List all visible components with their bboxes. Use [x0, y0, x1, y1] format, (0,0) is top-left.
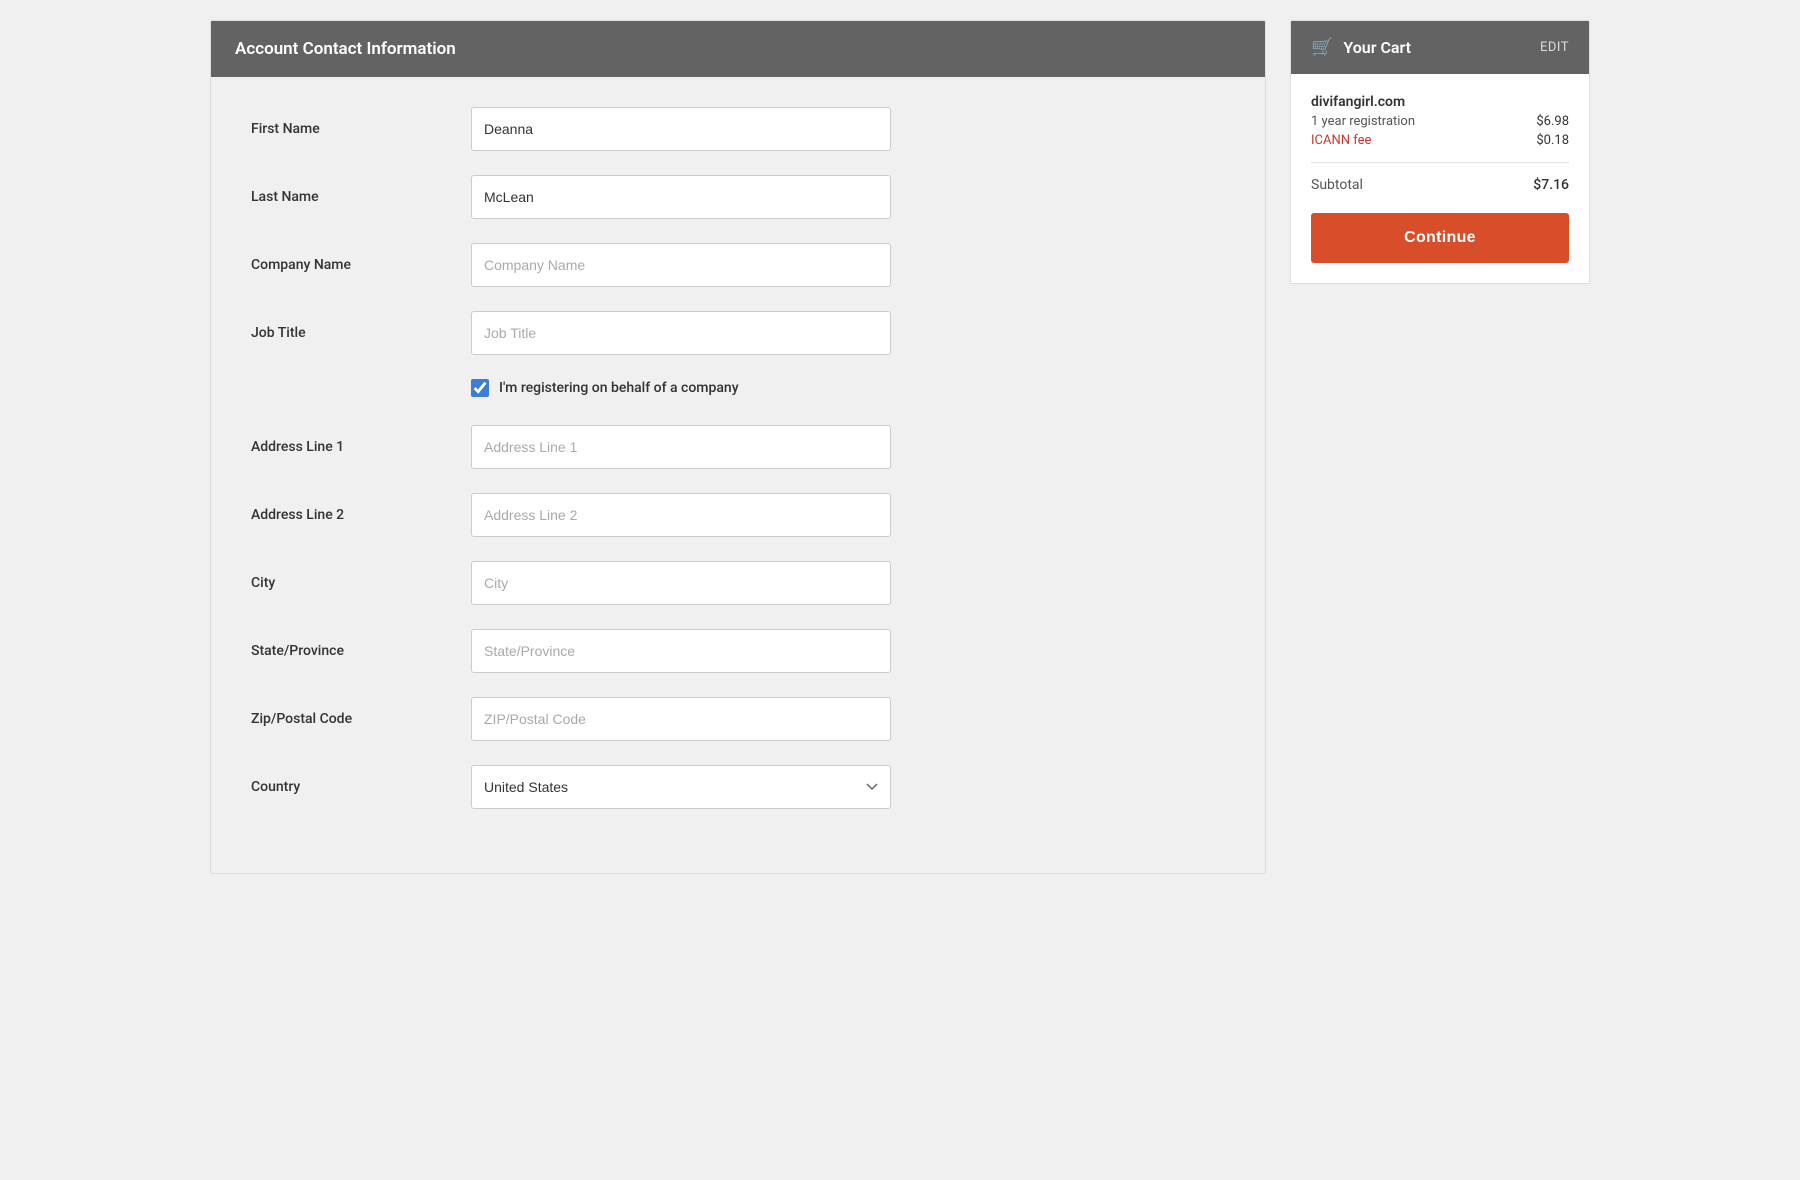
form-header-title: Account Contact Information [235, 39, 456, 59]
state-input[interactable] [471, 629, 891, 673]
cart-title: Your Cart [1343, 38, 1411, 57]
cart-subtotal-label: Subtotal [1311, 177, 1363, 193]
form-header: Account Contact Information [211, 21, 1265, 77]
first-name-row: First Name [251, 107, 1225, 151]
cart-icon: 🛒 [1311, 37, 1333, 58]
job-title-row: Job Title [251, 311, 1225, 355]
cart-domain: divifangirl.com [1311, 94, 1569, 110]
cart-title-area: 🛒 Your Cart [1311, 37, 1411, 58]
last-name-row: Last Name [251, 175, 1225, 219]
form-body: First Name Last Name Company Name Job Ti… [211, 77, 1265, 873]
country-row: Country United States Canada United King… [251, 765, 1225, 809]
main-form-panel: Account Contact Information First Name L… [210, 20, 1266, 874]
country-select[interactable]: United States Canada United Kingdom Aust… [471, 765, 891, 809]
cart-edit-button[interactable]: EDIT [1540, 40, 1569, 55]
job-title-input[interactable] [471, 311, 891, 355]
city-label: City [251, 575, 471, 591]
cart-subtotal-price: $7.16 [1533, 177, 1569, 193]
address1-row: Address Line 1 [251, 425, 1225, 469]
company-checkbox[interactable] [471, 379, 489, 397]
address1-label: Address Line 1 [251, 439, 471, 455]
state-row: State/Province [251, 629, 1225, 673]
cart-panel: 🛒 Your Cart EDIT divifangirl.com 1 year … [1290, 20, 1590, 284]
cart-registration-row: 1 year registration $6.98 [1311, 114, 1569, 129]
cart-header: 🛒 Your Cart EDIT [1291, 21, 1589, 74]
cart-registration-label: 1 year registration [1311, 114, 1415, 129]
company-checkbox-label[interactable]: I'm registering on behalf of a company [499, 380, 739, 396]
address2-row: Address Line 2 [251, 493, 1225, 537]
city-input[interactable] [471, 561, 891, 605]
address2-label: Address Line 2 [251, 507, 471, 523]
zip-row: Zip/Postal Code [251, 697, 1225, 741]
company-name-label: Company Name [251, 257, 471, 273]
cart-icann-label: ICANN fee [1311, 133, 1371, 148]
cart-body: divifangirl.com 1 year registration $6.9… [1291, 74, 1589, 283]
state-label: State/Province [251, 643, 471, 659]
first-name-label: First Name [251, 121, 471, 137]
city-row: City [251, 561, 1225, 605]
cart-icann-row: ICANN fee $0.18 [1311, 133, 1569, 148]
cart-divider [1311, 162, 1569, 163]
last-name-input[interactable] [471, 175, 891, 219]
zip-input[interactable] [471, 697, 891, 741]
country-label: Country [251, 779, 471, 795]
first-name-input[interactable] [471, 107, 891, 151]
cart-subtotal-row: Subtotal $7.16 [1311, 177, 1569, 193]
company-name-input[interactable] [471, 243, 891, 287]
job-title-label: Job Title [251, 325, 471, 341]
company-name-row: Company Name [251, 243, 1225, 287]
last-name-label: Last Name [251, 189, 471, 205]
zip-label: Zip/Postal Code [251, 711, 471, 727]
company-checkbox-row: I'm registering on behalf of a company [251, 379, 1225, 397]
address1-input[interactable] [471, 425, 891, 469]
address2-input[interactable] [471, 493, 891, 537]
cart-registration-price: $6.98 [1536, 114, 1569, 129]
cart-icann-price: $0.18 [1536, 133, 1569, 148]
continue-button[interactable]: Continue [1311, 213, 1569, 263]
